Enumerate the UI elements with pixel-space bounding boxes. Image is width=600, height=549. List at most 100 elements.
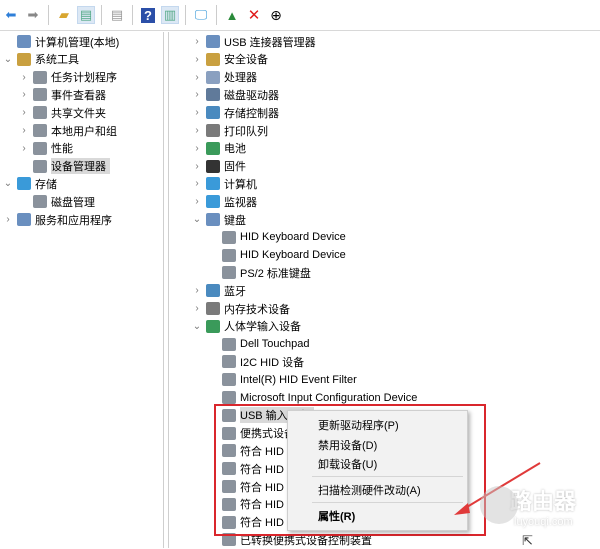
- uninstall-x-icon[interactable]: ✕: [245, 6, 263, 24]
- tree-item[interactable]: › 监视器: [191, 193, 257, 210]
- tree-item[interactable]: › 蓝牙: [191, 282, 246, 299]
- menu-item-update-driver[interactable]: 更新驱动程序(P): [318, 417, 399, 433]
- chevron-right-icon[interactable]: ›: [18, 72, 30, 83]
- tree-item[interactable]: PS/2 标准键盘: [207, 264, 311, 281]
- tree-item[interactable]: › 安全设备: [191, 51, 268, 68]
- watermark-url: luyouqi.com: [514, 516, 573, 528]
- chevron-right-icon[interactable]: ›: [18, 125, 30, 136]
- tree-item[interactable]: 磁盘管理: [18, 193, 95, 210]
- tree-item-label: 磁盘管理: [51, 196, 95, 209]
- up-folder-icon[interactable]: ▰: [55, 6, 73, 24]
- menu-item-disable-device[interactable]: 禁用设备(D): [318, 437, 377, 453]
- tree-item-label: 共享文件夹: [51, 107, 106, 120]
- tree-item[interactable]: › 打印队列: [191, 122, 268, 139]
- chevron-right-icon[interactable]: ›: [191, 196, 203, 207]
- monitor-icon[interactable]: 🖵: [192, 6, 210, 24]
- tree-item[interactable]: › 内存技术设备: [191, 300, 290, 317]
- device-icon: [222, 230, 236, 244]
- chevron-down-icon[interactable]: ⌄: [2, 54, 14, 65]
- chevron-right-icon[interactable]: ›: [191, 178, 203, 189]
- show-hide-tree-icon[interactable]: ▤: [77, 6, 95, 24]
- chevron-right-icon[interactable]: ›: [191, 54, 203, 65]
- divider: [216, 5, 217, 25]
- tree-item[interactable]: 设备管理器: [18, 158, 110, 175]
- tree-item-label: 键盘: [224, 214, 246, 227]
- tree-item[interactable]: 计算机管理(本地): [2, 33, 119, 50]
- chevron-down-icon[interactable]: ⌄: [191, 214, 203, 225]
- device-icon: [17, 35, 31, 48]
- tree-item[interactable]: ⌄ 系统工具: [2, 51, 79, 68]
- device-icon: [33, 141, 47, 155]
- tree-item[interactable]: Intel(R) HID Event Filter: [207, 371, 357, 388]
- device-icon: [222, 337, 236, 351]
- device-icon: [33, 195, 47, 209]
- chevron-right-icon[interactable]: ›: [191, 107, 203, 118]
- forward-arrow-icon[interactable]: ➡: [24, 6, 42, 24]
- properties-icon[interactable]: ▤: [108, 6, 126, 24]
- device-icon: [206, 159, 220, 173]
- tree-item[interactable]: › 任务计划程序: [18, 69, 117, 86]
- chevron-right-icon[interactable]: ›: [191, 125, 203, 136]
- tree-item-label: HID Keyboard Device: [240, 249, 346, 262]
- tree-item[interactable]: I2C HID 设备: [207, 353, 304, 370]
- tree-item-label: 计算机管理(本地): [35, 36, 120, 49]
- chevron-down-icon[interactable]: ⌄: [191, 321, 203, 332]
- tree-item[interactable]: ⌄ 人体学输入设备: [191, 318, 301, 335]
- tree-item-label: 人体学输入设备: [224, 321, 301, 334]
- tree-item[interactable]: Dell Touchpad: [207, 336, 310, 353]
- chevron-right-icon[interactable]: ›: [191, 285, 203, 296]
- tree-item[interactable]: › 固件: [191, 158, 246, 175]
- tree-item[interactable]: › 性能: [18, 140, 73, 157]
- menu-item-uninstall-device[interactable]: 卸载设备(U): [318, 456, 377, 472]
- divider: [185, 5, 186, 25]
- chevron-right-icon[interactable]: ›: [18, 107, 30, 118]
- update-driver-icon[interactable]: ▲: [223, 6, 241, 24]
- menu-item-properties[interactable]: 属性(R): [318, 508, 355, 524]
- device-icon: [206, 35, 220, 48]
- chevron-right-icon[interactable]: ›: [191, 36, 203, 47]
- chevron-right-icon[interactable]: ›: [18, 89, 30, 100]
- tree-item[interactable]: › 事件查看器: [18, 86, 106, 103]
- tree-item-label: 计算机: [224, 178, 257, 191]
- chevron-right-icon[interactable]: ›: [191, 72, 203, 83]
- device-icon: [33, 70, 47, 84]
- tree-item[interactable]: › 计算机: [191, 175, 257, 192]
- download-circle-icon[interactable]: ⊕: [267, 6, 285, 24]
- device-icon: [17, 213, 31, 226]
- tree-item[interactable]: › 电池: [191, 140, 246, 157]
- tree-item[interactable]: › 共享文件夹: [18, 104, 106, 121]
- tree-item-label: 磁盘驱动器: [224, 89, 279, 102]
- tree-item[interactable]: › USB 连接器管理器: [191, 33, 316, 50]
- chevron-right-icon[interactable]: ›: [18, 143, 30, 154]
- tree-item[interactable]: ⌄ 键盘: [191, 211, 246, 228]
- device-icon: [206, 177, 220, 191]
- device-icon: [33, 124, 47, 137]
- chevron-right-icon[interactable]: ›: [2, 214, 14, 225]
- chevron-right-icon[interactable]: ›: [191, 89, 203, 100]
- chevron-right-icon[interactable]: ›: [191, 143, 203, 154]
- device-icon: [206, 141, 220, 155]
- help-icon[interactable]: ?: [139, 6, 157, 24]
- tree-item[interactable]: › 处理器: [191, 69, 257, 86]
- tree-item[interactable]: HID Keyboard Device: [207, 229, 346, 246]
- tree-item[interactable]: › 存储控制器: [191, 104, 279, 121]
- back-arrow-icon[interactable]: ⬅: [2, 6, 20, 24]
- tree-item[interactable]: ⌄ 存储: [2, 175, 57, 192]
- tree-item[interactable]: › 服务和应用程序: [2, 211, 112, 228]
- tree-item-label: 蓝牙: [224, 285, 246, 298]
- tree-item-label: I2C HID 设备: [240, 356, 305, 369]
- action-pane-icon[interactable]: ▥: [161, 6, 179, 24]
- chevron-right-icon[interactable]: ›: [191, 303, 203, 314]
- device-icon: [206, 124, 220, 137]
- chevron-down-icon[interactable]: ⌄: [2, 178, 14, 189]
- tree-item[interactable]: HID Keyboard Device: [207, 247, 346, 264]
- tree-item[interactable]: › 磁盘驱动器: [191, 86, 279, 103]
- device-icon: [33, 159, 47, 173]
- divider: [48, 5, 49, 25]
- chevron-right-icon[interactable]: ›: [191, 161, 203, 172]
- tree-item[interactable]: › 本地用户和组: [18, 122, 117, 139]
- menu-item-scan-hardware[interactable]: 扫描检测硬件改动(A): [318, 482, 421, 498]
- tree-item-label: 本地用户和组: [51, 125, 117, 138]
- device-icon: [206, 213, 220, 226]
- tree-item-label: USB 连接器管理器: [224, 36, 316, 49]
